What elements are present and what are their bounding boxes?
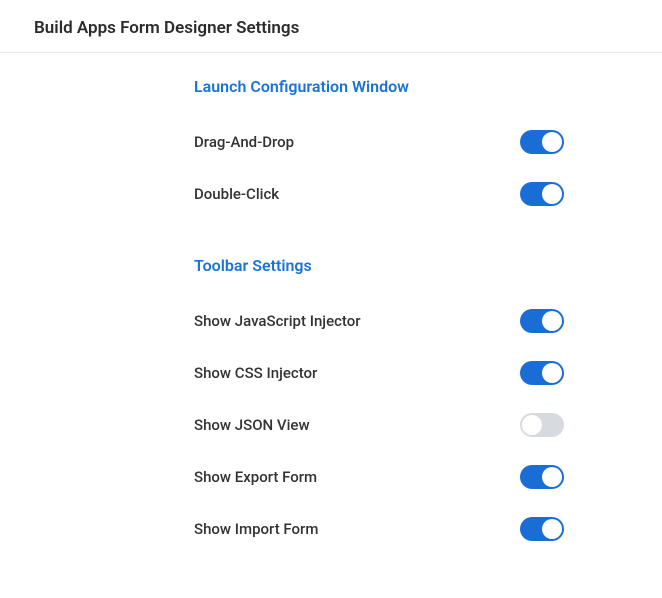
export-form-toggle[interactable] xyxy=(520,465,564,489)
toggle-knob xyxy=(542,132,562,152)
css-injector-toggle[interactable] xyxy=(520,361,564,385)
js-injector-toggle[interactable] xyxy=(520,309,564,333)
json-view-toggle[interactable] xyxy=(520,413,564,437)
double-click-row: Double-Click xyxy=(194,168,564,220)
toolbar-settings-section: Toolbar Settings Show JavaScript Injecto… xyxy=(194,256,662,555)
double-click-toggle[interactable] xyxy=(520,182,564,206)
launch-config-title: Launch Configuration Window xyxy=(194,77,662,96)
css-injector-row: Show CSS Injector xyxy=(194,347,564,399)
settings-content: Launch Configuration Window Drag-And-Dro… xyxy=(0,53,662,555)
drag-drop-toggle[interactable] xyxy=(520,130,564,154)
page-title: Build Apps Form Designer Settings xyxy=(34,18,662,38)
import-form-label: Show Import Form xyxy=(194,520,318,538)
toggle-knob xyxy=(542,311,562,331)
export-form-row: Show Export Form xyxy=(194,451,564,503)
toggle-knob xyxy=(542,519,562,539)
drag-drop-label: Drag-And-Drop xyxy=(194,133,294,151)
export-form-label: Show Export Form xyxy=(194,468,317,486)
launch-config-section: Launch Configuration Window Drag-And-Dro… xyxy=(194,77,662,220)
page-header: Build Apps Form Designer Settings xyxy=(0,0,662,53)
drag-drop-row: Drag-And-Drop xyxy=(194,116,564,168)
toggle-knob xyxy=(522,415,542,435)
toggle-knob xyxy=(542,467,562,487)
toggle-knob xyxy=(542,184,562,204)
json-view-label: Show JSON View xyxy=(194,416,310,434)
js-injector-label: Show JavaScript Injector xyxy=(194,312,361,330)
import-form-toggle[interactable] xyxy=(520,517,564,541)
import-form-row: Show Import Form xyxy=(194,503,564,555)
toggle-knob xyxy=(542,363,562,383)
toolbar-settings-title: Toolbar Settings xyxy=(194,256,662,275)
json-view-row: Show JSON View xyxy=(194,399,564,451)
double-click-label: Double-Click xyxy=(194,185,279,203)
js-injector-row: Show JavaScript Injector xyxy=(194,295,564,347)
css-injector-label: Show CSS Injector xyxy=(194,364,317,382)
